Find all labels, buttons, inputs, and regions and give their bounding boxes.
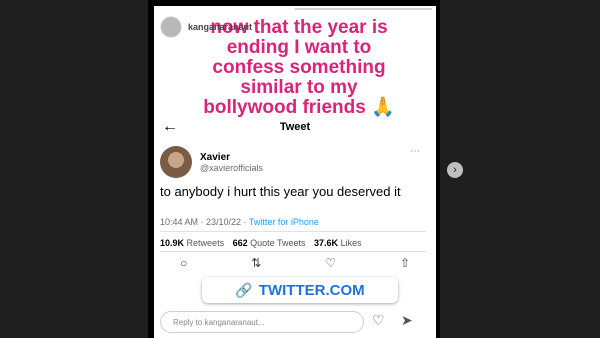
avatar[interactable] (160, 16, 182, 38)
send-icon[interactable]: ➤ (401, 312, 413, 329)
tweet-time: 10:44 AM · 23/10/22 · (160, 217, 247, 227)
quote-label: Quote Tweets (250, 238, 306, 248)
author-handle: @xavierofficials (200, 162, 263, 173)
tweet-header: ← Tweet (160, 119, 430, 135)
like-count: 37.6K (314, 238, 339, 248)
story-username[interactable]: kanganaranaut (188, 22, 252, 32)
reply-placeholder: Reply to kanganaranaut... (173, 317, 265, 327)
author-avatar (160, 146, 192, 178)
tweet-meta: 10:44 AM · 23/10/22 · Twitter for iPhone (160, 217, 319, 227)
divider (160, 231, 426, 232)
divider (160, 251, 426, 252)
caption-line: similar to my (240, 77, 358, 98)
tweet-title: Tweet (279, 121, 311, 133)
author-name: Xavier (200, 151, 231, 163)
retweet-icon: ⇅ (251, 256, 262, 270)
story-header: kanganaranaut (160, 16, 252, 38)
heart-icon: ♡ (325, 256, 336, 270)
story-progress-bar (158, 8, 432, 10)
tweet-stats: 10.9K Retweets 662 Quote Tweets 37.6K Li… (160, 238, 368, 248)
retweet-label: Retweets (186, 238, 225, 248)
next-story-button[interactable]: › (447, 162, 463, 178)
link-icon: 🔗 (235, 281, 253, 298)
tweet-source: Twitter for iPhone (248, 217, 319, 227)
reply-icon: ○ (180, 256, 188, 270)
more-icon: ⋯ (410, 146, 421, 157)
caption-line: ending I want to (226, 37, 372, 58)
like-label: Likes (340, 238, 362, 248)
link-label: TWITTER.COM (258, 281, 365, 299)
tweet-actions: ○ ⇅ ♡ ⇧ (180, 256, 410, 270)
like-story-heart-icon[interactable]: ♡ (372, 312, 385, 329)
story-card: now that the year is ending I want to co… (154, 6, 436, 338)
share-icon: ⇧ (399, 256, 410, 270)
link-sticker[interactable]: 🔗 TWITTER.COM (202, 277, 398, 303)
quote-count: 662 (232, 238, 248, 248)
story-progress-fill (158, 8, 295, 10)
retweet-count: 10.9K (160, 238, 185, 248)
chevron-right-icon: › (453, 164, 457, 176)
tweet-author: Xavier @xavierofficials (160, 146, 263, 178)
caption-line: confess something (212, 57, 386, 78)
reply-input[interactable]: Reply to kanganaranaut... (160, 311, 364, 333)
caption-line: bollywood friends 🙏 (203, 97, 395, 118)
tweet-text: to anybody i hurt this year you deserved… (160, 184, 401, 199)
